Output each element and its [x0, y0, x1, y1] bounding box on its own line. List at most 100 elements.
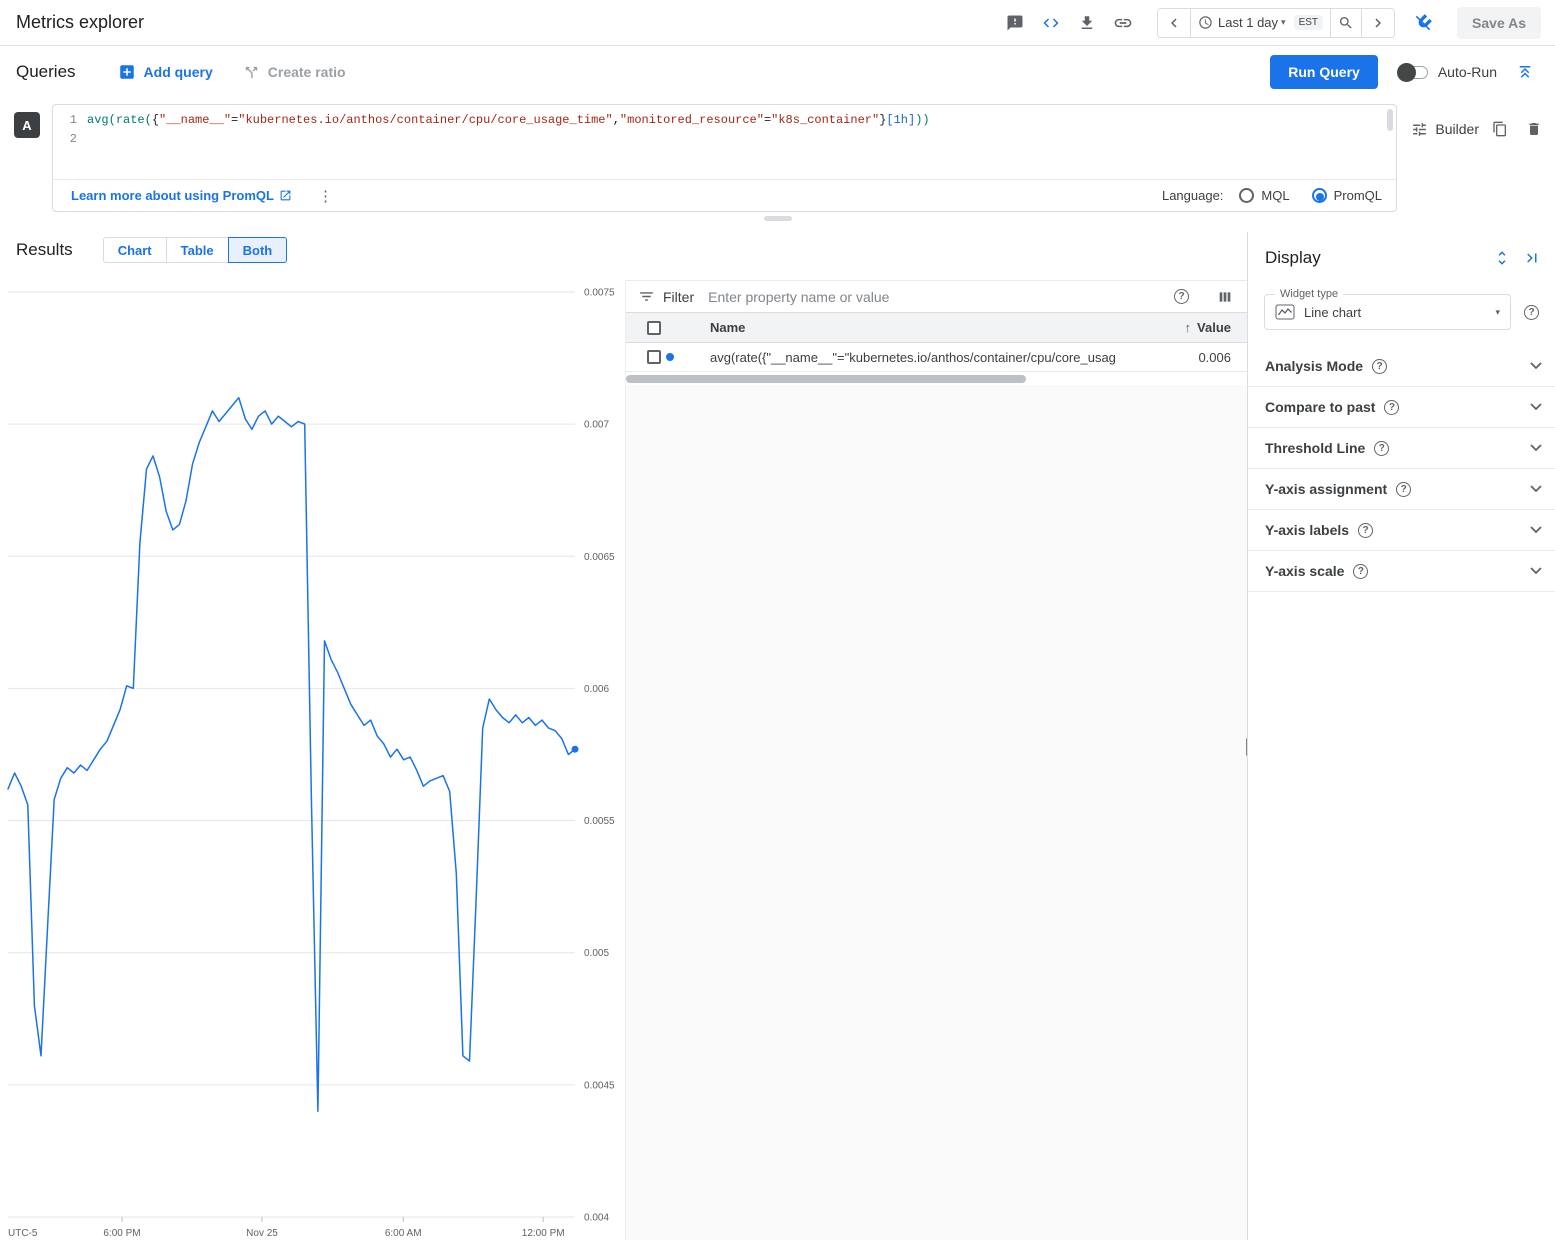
- radio-mql-label[interactable]: MQL: [1261, 188, 1289, 203]
- column-header-value[interactable]: Value: [1197, 320, 1231, 335]
- display-sections: Analysis Mode?Compare to past?Threshold …: [1248, 346, 1555, 592]
- chevron-down-icon: [1530, 403, 1542, 411]
- auto-run-label: Auto-Run: [1438, 64, 1497, 80]
- svg-text:0.0075: 0.0075: [584, 288, 615, 299]
- svg-text:0.005: 0.005: [584, 948, 609, 959]
- select-all-checkbox[interactable]: [647, 321, 661, 335]
- chevron-down-icon: [1530, 362, 1542, 370]
- time-back-button[interactable]: [1158, 9, 1190, 37]
- open-in-new-icon: [279, 189, 292, 202]
- chevron-down-icon: [1530, 567, 1542, 575]
- display-section-analysis-mode[interactable]: Analysis Mode?: [1248, 346, 1555, 387]
- table-row[interactable]: avg(rate({"__name__"="kubernetes.io/anth…: [626, 343, 1247, 372]
- builder-button[interactable]: Builder: [1411, 121, 1479, 138]
- language-label: Language:: [1162, 188, 1223, 203]
- svg-text:6:00 PM: 6:00 PM: [103, 1228, 140, 1239]
- code-token: )): [915, 113, 929, 127]
- filter-bar: Filter ?: [626, 280, 1247, 313]
- run-query-button[interactable]: Run Query: [1270, 55, 1378, 89]
- chevron-right-icon: [1369, 14, 1387, 32]
- widget-type-label: Widget type: [1275, 288, 1343, 300]
- feedback-icon: [1006, 14, 1024, 32]
- help-icon[interactable]: ?: [1524, 305, 1539, 320]
- help-icon[interactable]: ?: [1372, 359, 1387, 374]
- help-icon[interactable]: ?: [1358, 523, 1373, 538]
- section-resize-handle[interactable]: [764, 216, 792, 221]
- display-section-y-axis-labels[interactable]: Y-axis labels?: [1248, 510, 1555, 551]
- radio-promql[interactable]: [1312, 188, 1327, 203]
- code-token: {: [152, 113, 159, 127]
- code-area[interactable]: 12 avg(rate({"__name__"="kubernetes.io/a…: [53, 105, 1396, 180]
- tune-icon: [1411, 121, 1428, 138]
- add-query-button[interactable]: Add query: [118, 63, 213, 81]
- editor-footer: Learn more about using PromQL ⋮ Language…: [53, 180, 1396, 211]
- filter-icon: [638, 288, 655, 305]
- chevron-down-icon: [1530, 526, 1542, 534]
- time-forward-button[interactable]: [1361, 9, 1394, 37]
- link-icon: [1113, 13, 1133, 33]
- code-token: "k8s_container": [771, 113, 879, 127]
- filter-input[interactable]: [708, 289, 1174, 305]
- line-chart[interactable]: 0.00750.0070.00650.0060.00550.0050.00450…: [0, 268, 625, 1240]
- radio-mql[interactable]: [1239, 188, 1254, 203]
- scrollbar-thumb[interactable]: [626, 375, 1026, 383]
- radio-promql-label[interactable]: PromQL: [1334, 188, 1382, 203]
- display-title: Display: [1265, 248, 1321, 268]
- save-as-button[interactable]: Save As: [1457, 7, 1541, 39]
- tab-both[interactable]: Both: [228, 237, 288, 263]
- timezone-badge[interactable]: EST: [1294, 15, 1323, 30]
- expand-sections-button[interactable]: [1489, 245, 1515, 271]
- editor-scrollbar[interactable]: [1387, 109, 1393, 131]
- chevron-down-icon: [1530, 444, 1542, 452]
- help-icon[interactable]: ?: [1396, 482, 1411, 497]
- snap-off-button[interactable]: [1407, 7, 1439, 39]
- delete-query-button[interactable]: [1521, 116, 1547, 142]
- column-settings-icon[interactable]: [1217, 289, 1233, 305]
- help-icon[interactable]: ?: [1174, 289, 1189, 304]
- duplicate-query-button[interactable]: [1487, 116, 1513, 142]
- trash-icon: [1526, 121, 1542, 137]
- code-icon: [1042, 14, 1060, 32]
- row-checkbox[interactable]: [647, 350, 661, 364]
- sort-ascending-icon[interactable]: ↑: [1185, 320, 1192, 335]
- collapse-queries-button[interactable]: [1509, 56, 1541, 88]
- display-section-threshold-line[interactable]: Threshold Line?: [1248, 428, 1555, 469]
- code-token: [1h]: [886, 113, 915, 127]
- horizontal-scrollbar: [626, 372, 1247, 385]
- code-button[interactable]: [1035, 7, 1067, 39]
- help-icon[interactable]: ?: [1353, 564, 1368, 579]
- display-section-y-axis-assignment[interactable]: Y-axis assignment?: [1248, 469, 1555, 510]
- display-section-y-axis-scale[interactable]: Y-axis scale?: [1248, 551, 1555, 592]
- filter-label: Filter: [663, 289, 694, 305]
- more-vert-icon[interactable]: ⋮: [318, 187, 333, 205]
- promql-editor[interactable]: 12 avg(rate({"__name__"="kubernetes.io/a…: [52, 104, 1397, 212]
- caret-down-icon: ▾: [1495, 307, 1500, 318]
- copy-link-button[interactable]: [1107, 7, 1139, 39]
- svg-text:0.006: 0.006: [584, 684, 609, 695]
- help-icon[interactable]: ?: [1384, 400, 1399, 415]
- promql-code-line[interactable]: avg(rate({"__name__"="kubernetes.io/anth…: [87, 111, 930, 179]
- download-button[interactable]: [1071, 7, 1103, 39]
- time-range-control: Last 1 day ▾ EST: [1157, 8, 1395, 38]
- auto-run-toggle[interactable]: [1398, 66, 1428, 79]
- chevron-left-icon: [1165, 14, 1183, 32]
- column-header-name[interactable]: Name: [690, 320, 1137, 335]
- svg-text:0.004: 0.004: [584, 1213, 609, 1224]
- help-icon[interactable]: ?: [1374, 441, 1389, 456]
- svg-text:0.0065: 0.0065: [584, 552, 615, 563]
- time-range-selector[interactable]: Last 1 day ▾ EST: [1190, 9, 1330, 37]
- time-zoom-button[interactable]: [1330, 9, 1361, 37]
- tab-chart[interactable]: Chart: [103, 237, 167, 263]
- create-ratio-button[interactable]: Create ratio: [243, 64, 346, 81]
- series-color-dot: [666, 353, 674, 361]
- tab-table[interactable]: Table: [166, 237, 229, 263]
- display-section-compare-to-past[interactable]: Compare to past?: [1248, 387, 1555, 428]
- display-panel: Display Widget type Line chart ▾ ? Analy…: [1247, 232, 1555, 1240]
- queries-title: Queries: [16, 62, 76, 82]
- widget-type-select[interactable]: Widget type Line chart ▾: [1264, 294, 1511, 330]
- svg-text:0.0055: 0.0055: [584, 816, 615, 827]
- feedback-button[interactable]: [999, 7, 1031, 39]
- learn-more-link[interactable]: Learn more about using PromQL: [71, 188, 292, 203]
- line-chart-icon: [1275, 304, 1295, 320]
- close-panel-button[interactable]: [1519, 245, 1545, 271]
